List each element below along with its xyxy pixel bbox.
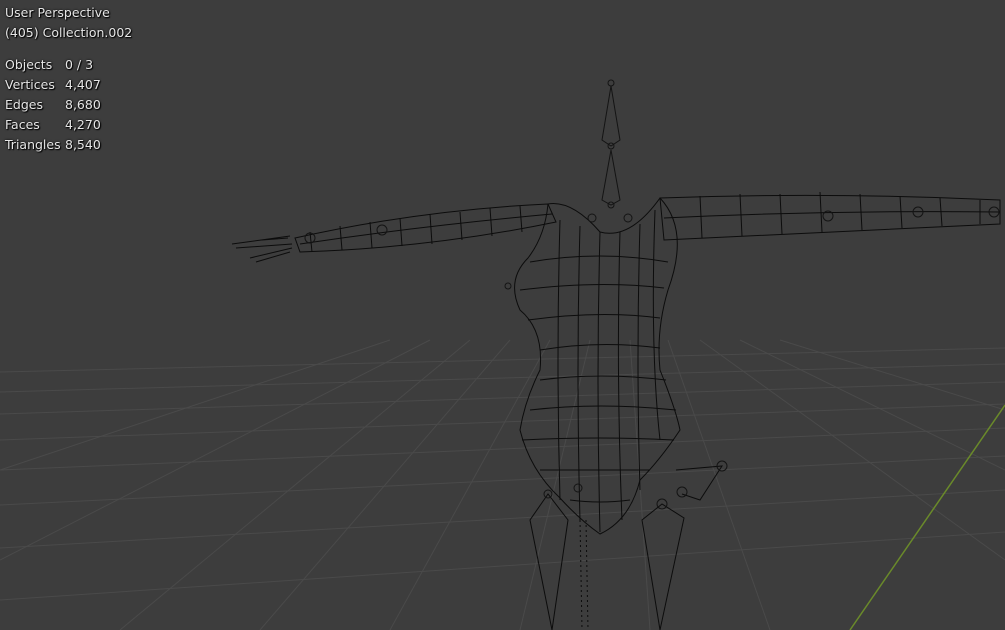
stat-label: Faces (5, 117, 40, 132)
collection-label: (405) Collection.002 (5, 25, 133, 40)
stat-label: Edges (5, 97, 43, 112)
stat-row-triangles: Triangles 8,540 (5, 135, 132, 155)
stat-value: 4,270 (65, 117, 101, 132)
stat-row-objects: Objects 0 / 3 (5, 55, 132, 75)
stat-label: Vertices (5, 77, 55, 92)
stat-value: 8,680 (65, 97, 101, 112)
3d-viewport[interactable]: User Perspective (405) Collection.002 Ob… (0, 0, 1005, 630)
viewport-scene[interactable] (0, 0, 1005, 630)
armature-bones[interactable] (304, 79, 1000, 510)
stat-row-edges: Edges 8,680 (5, 95, 132, 115)
view-name-label: User Perspective (5, 5, 110, 20)
stat-row-vertices: Vertices 4,407 (5, 75, 132, 95)
stat-label: Objects (5, 57, 53, 72)
stat-value: 4,407 (65, 77, 101, 92)
stat-value: 8,540 (65, 137, 101, 152)
y-axis-line (849, 404, 1005, 630)
stat-label: Triangles (5, 137, 61, 152)
stat-value: 0 / 3 (65, 57, 94, 72)
viewport-info-overlay: User Perspective (405) Collection.002 Ob… (5, 3, 132, 155)
floor-grid (0, 339, 1005, 630)
stat-row-faces: Faces 4,270 (5, 115, 132, 135)
scene-statistics: Objects 0 / 3 Vertices 4,407 Edges 8,680… (5, 55, 132, 155)
